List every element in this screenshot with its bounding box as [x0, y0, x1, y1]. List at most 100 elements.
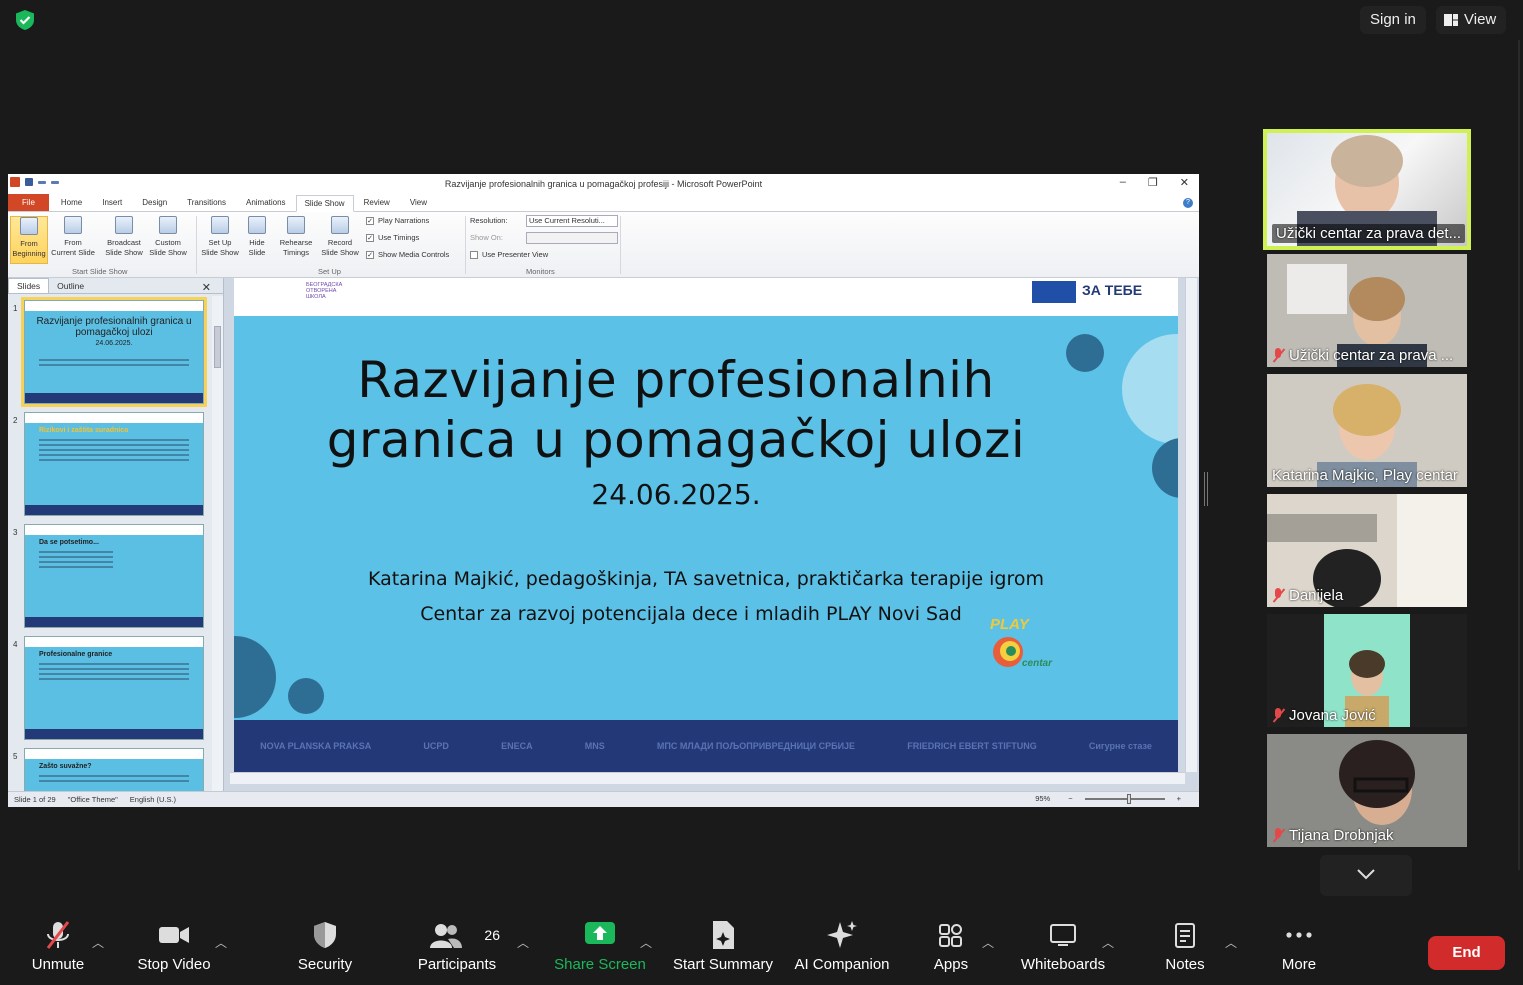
whiteboard-icon: [1050, 924, 1076, 946]
start-summary-button[interactable]: Start Summary: [670, 920, 776, 973]
tab-review[interactable]: Review: [354, 198, 400, 211]
slide-number: 1: [13, 304, 18, 313]
apps-button[interactable]: Apps: [928, 920, 974, 973]
slide-thumbnail[interactable]: Profesionalne granice: [24, 636, 204, 740]
participant-tile[interactable]: Užički centar za prava ...: [1267, 254, 1467, 367]
tab-design[interactable]: Design: [132, 198, 177, 211]
share-screen-button[interactable]: Share Screen: [552, 920, 648, 973]
participant-name: Jovana Jović: [1272, 707, 1376, 724]
play-narrations-checkbox[interactable]: ✓ Play Narrations: [366, 216, 429, 225]
stop-video-button[interactable]: Stop Video: [134, 920, 214, 973]
set-up-slide-show-button[interactable]: Set Up Slide Show: [200, 216, 240, 258]
tab-outline[interactable]: Outline: [49, 279, 92, 293]
thumb-text-line: [39, 439, 189, 441]
participant-name-text: Užički centar za prava det...: [1272, 224, 1466, 243]
show-on-dropdown[interactable]: [526, 232, 618, 244]
sponsor-logo: МПС МЛАДИ ПОЉОПРИВРЕДНИЦИ СРБИЈЕ: [656, 741, 856, 751]
minimize-icon[interactable]: –: [1120, 176, 1126, 189]
slide-title: Razvijanje profesionalnih granica u poma…: [234, 350, 1118, 470]
record-label-1: Record: [327, 238, 353, 247]
video-options-caret[interactable]: ︿: [215, 934, 227, 951]
from-beginning-button[interactable]: From Beginning: [10, 216, 48, 264]
custom-slide-show-button[interactable]: Custom Slide Show: [146, 216, 190, 258]
security-button[interactable]: Security: [290, 920, 360, 973]
whiteboards-button[interactable]: Whiteboards: [1016, 920, 1110, 973]
zoom-slider-handle[interactable]: [1126, 793, 1131, 804]
apps-options-caret[interactable]: ︿: [982, 934, 994, 951]
tab-slides[interactable]: Slides: [8, 278, 50, 293]
record-label-2: Slide Show: [321, 248, 359, 257]
zoom-slider[interactable]: [1084, 793, 1165, 804]
show-media-controls-checkbox[interactable]: ✓ Show Media Controls: [366, 250, 449, 259]
thumb-text-line: [39, 668, 189, 670]
participants-button[interactable]: 26 Participants: [414, 920, 500, 973]
participant-tile[interactable]: Jovana Jović: [1267, 614, 1467, 727]
tab-file[interactable]: File: [8, 194, 49, 211]
thumbnails-scrollbar[interactable]: [212, 296, 223, 791]
ai-companion-button[interactable]: AI Companion: [792, 920, 892, 973]
broadcast-slide-show-button[interactable]: Broadcast Slide Show: [102, 216, 146, 258]
tab-transitions[interactable]: Transitions: [177, 198, 236, 211]
tab-home[interactable]: Home: [51, 198, 92, 211]
sign-in-button[interactable]: Sign in: [1360, 6, 1426, 34]
share-options-caret[interactable]: ︿: [640, 934, 652, 951]
thumb-footer: [25, 729, 203, 739]
notes-options-caret[interactable]: ︿: [1225, 934, 1237, 951]
zoom-out-icon[interactable]: −: [1062, 794, 1078, 803]
close-pane-icon[interactable]: ✕: [194, 279, 219, 296]
slides-pane: Slides Outline ✕ 1 Razvijanje profesiona…: [8, 278, 224, 791]
sponsor-logo: NOVA PLANSKA PRAKSA: [260, 741, 372, 751]
slide-thumbnail[interactable]: Zašto suvažne?: [24, 748, 204, 791]
help-icon[interactable]: ?: [1183, 198, 1193, 208]
notes-button[interactable]: Notes: [1160, 920, 1210, 973]
participants-options-caret[interactable]: ︿: [517, 934, 529, 951]
slide-author: Katarina Majkić, pedagoškinja, TA savetn…: [367, 568, 1045, 590]
participant-tile[interactable]: Katarina Majkic, Play centar: [1267, 374, 1467, 487]
use-timings-checkbox[interactable]: ✓ Use Timings: [366, 233, 419, 242]
participant-tile[interactable]: Tijana Drobnjak: [1267, 734, 1467, 847]
group-start-slide-show: Start Slide Show: [72, 267, 128, 276]
use-presenter-view-checkbox[interactable]: Use Presenter View: [470, 250, 548, 259]
sponsor-logo: FRIEDRICH EBERT STIFTUNG: [907, 741, 1037, 751]
slide-thumbnail[interactable]: Rizikovi i zaštita suradnica: [24, 412, 204, 516]
thumb-text-line: [39, 775, 189, 777]
slide-number: 5: [13, 752, 18, 761]
unmute-button[interactable]: Unmute: [28, 920, 88, 973]
restore-icon[interactable]: ❐: [1148, 176, 1158, 189]
muted-microphone-icon: [46, 921, 70, 949]
resolution-dropdown[interactable]: Use Current Resoluti...: [526, 215, 618, 227]
from-current-slide-button[interactable]: From Current Slide: [50, 216, 96, 258]
slide-vertical-scrollbar[interactable]: [1185, 278, 1197, 772]
ppt-workspace: Slides Outline ✕ 1 Razvijanje profesiona…: [8, 278, 1199, 791]
tab-view[interactable]: View: [400, 198, 437, 211]
slide-thumbnail[interactable]: Da se potsetimo...: [24, 524, 204, 628]
more-participants-button[interactable]: [1320, 855, 1412, 896]
tab-slide-show[interactable]: Slide Show: [295, 195, 354, 212]
thumb-footer: [25, 393, 203, 403]
muted-mic-icon: [1272, 348, 1285, 363]
whiteboards-options-caret[interactable]: ︿: [1102, 934, 1114, 951]
tab-insert[interactable]: Insert: [92, 198, 132, 211]
slide-horizontal-scrollbar[interactable]: [230, 772, 1185, 784]
thumb-text-line: [39, 556, 113, 558]
stop-video-label: Stop Video: [137, 956, 211, 973]
thumb-footer: [25, 505, 203, 515]
end-meeting-button[interactable]: End: [1428, 936, 1505, 970]
participant-tile[interactable]: Danijela: [1267, 494, 1467, 607]
participant-tile[interactable]: Užički centar za prava det...: [1263, 129, 1471, 250]
more-button[interactable]: More: [1276, 920, 1322, 973]
record-slide-show-button[interactable]: Record Slide Show: [316, 216, 364, 258]
zoom-in-icon[interactable]: +: [1171, 794, 1187, 803]
view-button[interactable]: View: [1436, 6, 1507, 34]
slide-thumbnail[interactable]: Razvijanje profesionalnih granica u poma…: [21, 297, 207, 407]
close-icon[interactable]: ✕: [1180, 176, 1189, 189]
resize-handle[interactable]: [1204, 472, 1210, 506]
tab-animations[interactable]: Animations: [236, 198, 296, 211]
rehearse-timings-button[interactable]: Rehearse Timings: [276, 216, 316, 258]
scroll-thumb[interactable]: [214, 326, 221, 368]
audio-options-caret[interactable]: ︿: [92, 934, 104, 951]
pane-tabs: Slides Outline ✕: [8, 278, 223, 294]
video-camera-icon: [159, 927, 189, 943]
hide-slide-button[interactable]: Hide Slide: [244, 216, 270, 258]
participant-name: Užički centar za prava det...: [1272, 224, 1466, 243]
